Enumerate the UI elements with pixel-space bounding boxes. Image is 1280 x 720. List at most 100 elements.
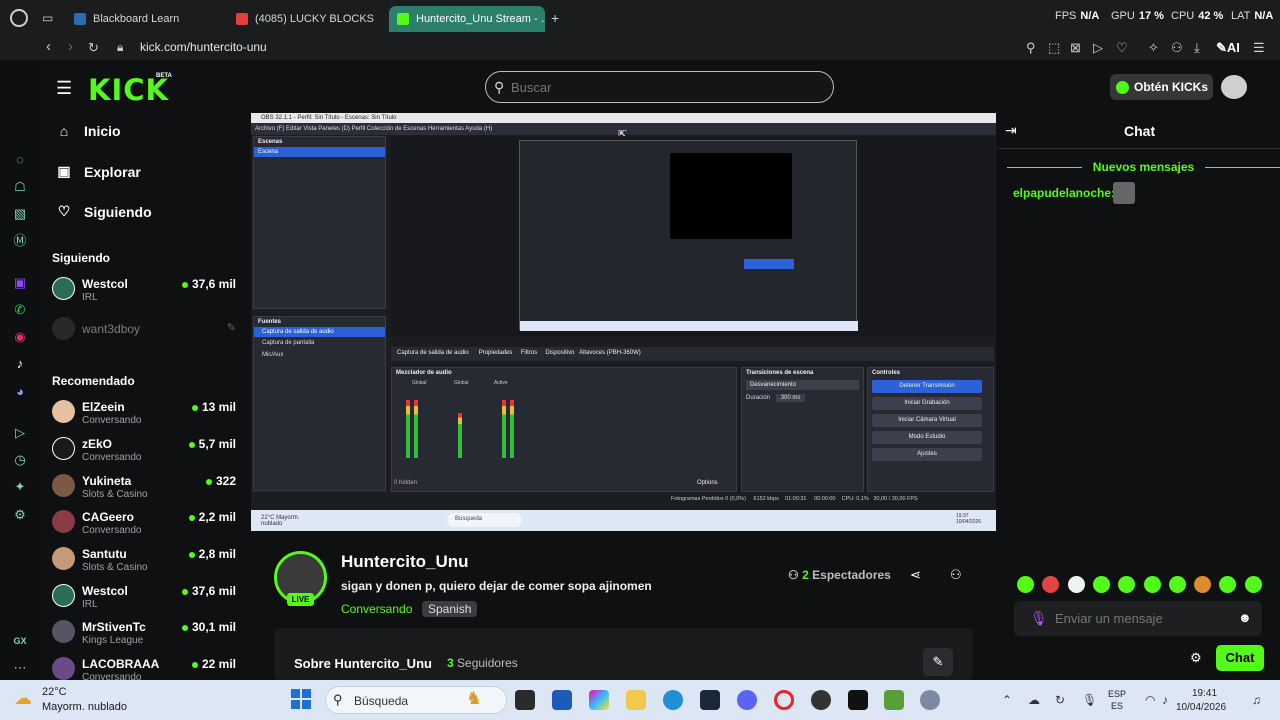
url-field[interactable]: kick.com/huntercito-unu	[140, 40, 267, 54]
history-icon[interactable]: ◷	[11, 451, 29, 469]
player-play-icon[interactable]: ▷	[11, 424, 29, 442]
emoji-icon[interactable]: ☻	[1238, 610, 1252, 625]
twitch-icon[interactable]: ▣	[11, 274, 29, 292]
download-icon[interactable]: ⤓	[1194, 40, 1200, 56]
wifi-icon[interactable]: ◠	[1145, 693, 1155, 707]
emote-icon[interactable]	[1067, 576, 1085, 593]
microphone-icon[interactable]: 🎙︎	[1030, 610, 1048, 627]
instagram-icon[interactable]: ◉	[11, 328, 29, 346]
discord-icon[interactable]: ◕	[11, 383, 29, 401]
clock-time[interactable]: 19:41	[1192, 688, 1217, 699]
pin-icon[interactable]: ⚲	[1026, 40, 1036, 56]
language-indicator[interactable]: ESP ES	[1108, 688, 1126, 712]
language-tag[interactable]: Spanish	[422, 601, 478, 617]
nav-following[interactable]: ♡ Siguiendo	[56, 203, 152, 220]
emote-icon[interactable]	[1017, 576, 1034, 593]
settings-button[interactable]: Ajustes	[872, 448, 982, 461]
settings-sidebar-icon[interactable]: ⚙	[11, 506, 29, 524]
stream-category[interactable]: Conversando	[341, 602, 412, 616]
virtual-camera-button[interactable]: Iniciar Cámara Virtual	[872, 414, 982, 427]
back-icon[interactable]: ‹	[46, 38, 51, 55]
channel-item[interactable]: MrStivenTc Kings League 30,1 mil	[52, 620, 242, 650]
emote-icon[interactable]	[1244, 576, 1262, 593]
streamer-name[interactable]: Huntercito_Unu	[341, 552, 469, 572]
chat-message-input[interactable]	[1055, 611, 1225, 626]
chat-settings-gear-icon[interactable]: ⚙	[1190, 650, 1202, 666]
steam-icon[interactable]	[700, 690, 720, 710]
user-avatar[interactable]	[1221, 75, 1247, 99]
copilot-icon[interactable]	[589, 690, 609, 710]
forward-icon[interactable]: ›	[68, 38, 73, 55]
heart-outline-icon[interactable]: ♡	[1116, 40, 1128, 56]
collapse-chat-icon[interactable]: ⇥	[1005, 122, 1017, 139]
whatsapp-icon[interactable]: ✆	[11, 301, 29, 319]
tray-chevron-icon[interactable]: ⌃	[1002, 693, 1012, 707]
profile-icon[interactable]: ⚇	[1171, 40, 1183, 56]
aria-ai-button[interactable]: ✎AI	[1216, 40, 1240, 56]
get-kicks-button[interactable]: Obtén KICKs	[1110, 74, 1213, 100]
channel-item[interactable]: zEkO Conversando 5,7 mil	[52, 437, 242, 467]
chat-username[interactable]: elpapudelanoche:	[1013, 186, 1115, 200]
search-highlight-icon[interactable]: ♞	[466, 688, 482, 709]
follow-user-icon[interactable]: ⚇	[950, 567, 962, 583]
search-input[interactable]	[511, 80, 811, 95]
channel-item[interactable]: Yukineta Slots & Casino 322	[52, 474, 242, 504]
opera-logo-icon[interactable]	[10, 9, 28, 27]
discord-taskbar-icon[interactable]	[737, 690, 757, 710]
emote-icon[interactable]	[1092, 576, 1110, 593]
emote-icon[interactable]	[1194, 576, 1212, 593]
hamburger-menu-icon[interactable]: ☰	[56, 78, 72, 99]
player-icon[interactable]: ▧	[11, 205, 29, 223]
tab-blackboard[interactable]: Blackboard Learn	[66, 6, 226, 32]
volume-icon[interactable]: ♪	[1162, 693, 1168, 707]
more-icon[interactable]: ⋯	[11, 659, 29, 677]
studio-mode-button[interactable]: Modo Estudio	[872, 431, 982, 444]
tiktok-icon[interactable]: ♪	[11, 355, 29, 373]
edit-pencil-icon[interactable]: ✎	[923, 648, 953, 676]
channel-item-offline[interactable]: want3dboy ✎	[52, 317, 242, 347]
transition-select[interactable]: Desvanecimiento	[746, 380, 859, 390]
new-messages-divider[interactable]: Nuevos mensajes	[1007, 160, 1280, 174]
channel-item[interactable]: Westcol IRL 37,6 mil	[52, 277, 242, 307]
obs-source-item[interactable]: Captura de salida de audio	[254, 327, 385, 337]
notifications-icon[interactable]: ♫	[1252, 693, 1261, 707]
store-icon[interactable]	[552, 690, 572, 710]
share-icon[interactable]: ⋖	[910, 567, 921, 583]
gx-icon[interactable]: GX	[11, 632, 29, 650]
nav-explore[interactable]: ▣ Explorar	[56, 163, 140, 180]
obs-taskbar-icon[interactable]	[811, 690, 831, 710]
mail-icon[interactable]: Ⓜ	[11, 232, 29, 250]
windows-start-icon[interactable]	[291, 689, 311, 709]
tab-youtube[interactable]: (4085) LUCKY BLOCKS |	[228, 6, 378, 32]
tab-kick-stream[interactable]: Huntercito_Unu Stream - …	[389, 6, 545, 32]
weather-temperature[interactable]: 22°C	[42, 686, 67, 698]
tray-mic-icon[interactable]: 🎙︎	[1082, 693, 1097, 707]
channel-item[interactable]: CAGeero Conversando 2,2 mil	[52, 510, 242, 540]
snapshot-icon[interactable]: ⬚	[1048, 40, 1060, 56]
tray-cloud-icon[interactable]: ☁	[1028, 693, 1040, 707]
nav-home[interactable]: ⌂ Inicio	[56, 123, 121, 139]
channel-item[interactable]: Santutu Slots & Casino 2,8 mil	[52, 547, 242, 577]
emote-icon[interactable]	[1143, 576, 1161, 593]
extensions-icon[interactable]: ✧	[1148, 40, 1159, 56]
new-tab-button[interactable]: +	[551, 10, 559, 26]
weather-description[interactable]: Mayorm. nublado	[42, 701, 127, 713]
chat-send-button[interactable]: Chat	[1216, 645, 1264, 671]
emote-icon[interactable]	[1168, 576, 1186, 593]
obs-scene-item[interactable]: Escena	[254, 147, 385, 157]
play-icon[interactable]: ▷	[1093, 40, 1103, 56]
settings-taskbar-icon[interactable]	[920, 690, 940, 710]
extensions-sidebar-icon[interactable]: ✦	[11, 478, 29, 496]
video-player[interactable]: OBS 32.1.1 - Perfil: Sin Título - Escena…	[251, 113, 996, 531]
adblock-icon[interactable]: ⊠	[1070, 40, 1081, 56]
opera-gx-taskbar-icon[interactable]	[774, 690, 794, 710]
channel-item[interactable]: ElZeein Conversando 13 mil	[52, 400, 242, 430]
reload-icon[interactable]: ↻	[88, 40, 99, 56]
robot-icon[interactable]: ☖	[11, 178, 29, 196]
tab-list-icon[interactable]: ▭	[42, 11, 53, 25]
capcut-icon[interactable]	[848, 690, 868, 710]
options-menu[interactable]: Options	[697, 480, 718, 486]
file-explorer-icon[interactable]	[626, 690, 646, 710]
clock-date[interactable]: 10/04/2026	[1176, 702, 1226, 713]
task-view-icon[interactable]	[515, 690, 535, 710]
